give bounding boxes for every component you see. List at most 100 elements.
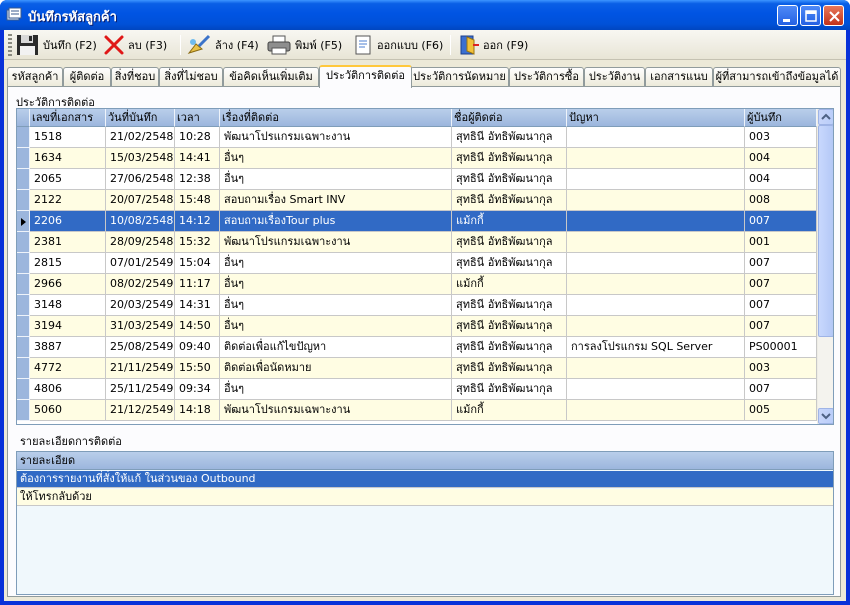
column-header-time[interactable]: เวลา bbox=[175, 109, 220, 127]
tab-attachments[interactable]: เอกสารแนบ bbox=[645, 67, 713, 87]
table-row[interactable]: 4806 25/11/2549 09:34 อื่นๆ สุทธินี อัทธิพัฒ… bbox=[17, 379, 817, 400]
table-row[interactable]: 2122 20/07/2548 15:48 สอบถามเรื่อง Smart IN… bbox=[17, 190, 817, 211]
cell-date[interactable]: 21/02/2548 bbox=[106, 127, 175, 148]
row-selector[interactable] bbox=[17, 190, 30, 211]
row-selector[interactable] bbox=[17, 127, 30, 148]
scroll-up-button[interactable] bbox=[818, 109, 833, 125]
cell-date[interactable]: 25/08/2549 bbox=[106, 337, 175, 358]
row-selector[interactable] bbox=[17, 379, 30, 400]
cell-date[interactable]: 21/12/2549 bbox=[106, 400, 175, 421]
cell-contact-name[interactable]: สุทธินี อัทธิพัฒนากุล bbox=[452, 337, 567, 358]
cell-date[interactable]: 27/06/2548 bbox=[106, 169, 175, 190]
cell-contact-name[interactable]: สุทธินี อัทธิพัฒนากุล bbox=[452, 295, 567, 316]
details-row[interactable]: ต้องการรายงานที่สั่งให้แก้ ในส่วนของ Out… bbox=[17, 471, 833, 488]
cell-subject[interactable]: อื่นๆ bbox=[220, 169, 452, 190]
cell-doc-no[interactable]: 5060 bbox=[30, 400, 106, 421]
cell-date[interactable]: 10/08/2548 bbox=[106, 211, 175, 232]
cell-problem[interactable] bbox=[567, 379, 745, 400]
row-selector[interactable] bbox=[17, 400, 30, 421]
cell-doc-no[interactable]: 3194 bbox=[30, 316, 106, 337]
cell-contact-name[interactable]: สุทธินี อัทธิพัฒนากุล bbox=[452, 127, 567, 148]
cell-problem[interactable] bbox=[567, 316, 745, 337]
cell-date[interactable]: 20/03/2549 bbox=[106, 295, 175, 316]
table-row[interactable]: 1634 15/03/2548 14:41 อื่นๆ สุทธินี อัทธิพัฒ… bbox=[17, 148, 817, 169]
details-column-header[interactable]: รายละเอียด bbox=[17, 452, 833, 470]
cell-time[interactable]: 14:41 bbox=[175, 148, 220, 169]
cell-doc-no[interactable]: 2381 bbox=[30, 232, 106, 253]
cell-subject[interactable]: อื่นๆ bbox=[220, 253, 452, 274]
cell-recorder[interactable]: 001 bbox=[745, 232, 817, 253]
cell-time[interactable]: 12:38 bbox=[175, 169, 220, 190]
cell-subject[interactable]: อื่นๆ bbox=[220, 148, 452, 169]
print-button[interactable]: พิมพ์ (F5) bbox=[266, 33, 342, 57]
row-selector[interactable] bbox=[17, 232, 30, 253]
cell-subject[interactable]: อื่นๆ bbox=[220, 379, 452, 400]
tab-work-history[interactable]: ประวัติงาน bbox=[584, 67, 645, 87]
column-header-date[interactable]: วันที่บันทึก bbox=[106, 109, 175, 127]
cell-recorder[interactable]: PS00001 bbox=[745, 337, 817, 358]
cell-problem[interactable] bbox=[567, 295, 745, 316]
cell-contact-name[interactable]: สุทธินี อัทธิพัฒนากุล bbox=[452, 169, 567, 190]
minimize-button[interactable] bbox=[777, 5, 798, 26]
table-row[interactable]: 5060 21/12/2549 14:18 พัฒนาโปรแกรมเฉพาะงานแ… bbox=[17, 400, 817, 421]
cell-recorder[interactable]: 007 bbox=[745, 379, 817, 400]
tab-contacts[interactable]: ผู้ติดต่อ bbox=[63, 67, 111, 87]
exit-button[interactable]: ออก (F9) bbox=[458, 33, 528, 57]
toolbar-grip[interactable] bbox=[8, 34, 12, 56]
tab-access-permissions[interactable]: ผู้ที่สามารถเข้าถึงข้อมูลได้ bbox=[713, 67, 841, 87]
cell-recorder[interactable]: 008 bbox=[745, 190, 817, 211]
tab-customer-code[interactable]: รหัสลูกค้า bbox=[7, 67, 63, 87]
table-row[interactable]: 3148 20/03/2549 14:31 อื่นๆ สุทธินี อัทธิพัฒ… bbox=[17, 295, 817, 316]
table-row[interactable]: 2065 27/06/2548 12:38 อื่นๆ สุทธินี อัทธิพัฒ… bbox=[17, 169, 817, 190]
cell-contact-name[interactable]: แม้กกี้ bbox=[452, 400, 567, 421]
save-button[interactable]: บันทึก (F2) bbox=[16, 33, 97, 57]
cell-problem[interactable] bbox=[567, 148, 745, 169]
column-header-doc-no[interactable]: เลขที่เอกสาร bbox=[30, 109, 106, 127]
cell-contact-name[interactable]: สุทธินี อัทธิพัฒนากุล bbox=[452, 316, 567, 337]
cell-subject[interactable]: อื่นๆ bbox=[220, 274, 452, 295]
row-selector[interactable] bbox=[17, 274, 30, 295]
cell-doc-no[interactable]: 2206 bbox=[30, 211, 106, 232]
tab-contact-history[interactable]: ประวัติการติดต่อ bbox=[319, 65, 412, 88]
column-header-contact-name[interactable]: ชื่อผู้ติดต่อ bbox=[452, 109, 567, 127]
table-row[interactable]: 2381 28/09/2548 15:32 พัฒนาโปรแกรมเฉพาะงานส… bbox=[17, 232, 817, 253]
cell-doc-no[interactable]: 4772 bbox=[30, 358, 106, 379]
delete-button[interactable]: ลบ (F3) bbox=[103, 33, 167, 57]
cell-recorder[interactable]: 007 bbox=[745, 316, 817, 337]
cell-date[interactable]: 15/03/2548 bbox=[106, 148, 175, 169]
cell-contact-name[interactable]: สุทธินี อัทธิพัฒนากุล bbox=[452, 232, 567, 253]
cell-problem[interactable]: การลงโปรแกรม SQL Server bbox=[567, 337, 745, 358]
cell-time[interactable]: 09:40 bbox=[175, 337, 220, 358]
contact-history-grid[interactable]: เลขที่เอกสาร วันที่บันทึก เวลา เรื่องที่… bbox=[16, 108, 834, 425]
row-selector[interactable] bbox=[17, 211, 30, 232]
cell-time[interactable]: 11:17 bbox=[175, 274, 220, 295]
cell-doc-no[interactable]: 2966 bbox=[30, 274, 106, 295]
row-selector[interactable] bbox=[17, 358, 30, 379]
cell-doc-no[interactable]: 1518 bbox=[30, 127, 106, 148]
cell-date[interactable]: 08/02/2549 bbox=[106, 274, 175, 295]
clear-button[interactable]: ล้าง (F4) bbox=[186, 33, 259, 57]
cell-recorder[interactable]: 003 bbox=[745, 358, 817, 379]
cell-time[interactable]: 09:34 bbox=[175, 379, 220, 400]
cell-recorder[interactable]: 003 bbox=[745, 127, 817, 148]
cell-problem[interactable] bbox=[567, 400, 745, 421]
cell-date[interactable]: 28/09/2548 bbox=[106, 232, 175, 253]
cell-problem[interactable] bbox=[567, 274, 745, 295]
vertical-scrollbar[interactable] bbox=[817, 109, 833, 424]
cell-date[interactable]: 21/11/2549 bbox=[106, 358, 175, 379]
cell-problem[interactable] bbox=[567, 211, 745, 232]
cell-recorder[interactable]: 004 bbox=[745, 169, 817, 190]
cell-contact-name[interactable]: สุทธินี อัทธิพัฒนากุล bbox=[452, 148, 567, 169]
cell-time[interactable]: 15:50 bbox=[175, 358, 220, 379]
cell-subject[interactable]: พัฒนาโปรแกรมเฉพาะงาน bbox=[220, 232, 452, 253]
cell-recorder[interactable]: 005 bbox=[745, 400, 817, 421]
details-row[interactable]: ให้โทรกลับด้วย bbox=[17, 489, 833, 506]
cell-subject[interactable]: อื่นๆ bbox=[220, 295, 452, 316]
cell-problem[interactable] bbox=[567, 190, 745, 211]
cell-time[interactable]: 15:48 bbox=[175, 190, 220, 211]
cell-recorder[interactable]: 007 bbox=[745, 211, 817, 232]
row-selector[interactable] bbox=[17, 337, 30, 358]
tab-likes[interactable]: สิ่งที่ชอบ bbox=[111, 67, 159, 87]
table-row[interactable]: 4772 21/11/2549 15:50 ติดต่อเพื่อนัดหมาย สุท… bbox=[17, 358, 817, 379]
cell-recorder[interactable]: 007 bbox=[745, 274, 817, 295]
